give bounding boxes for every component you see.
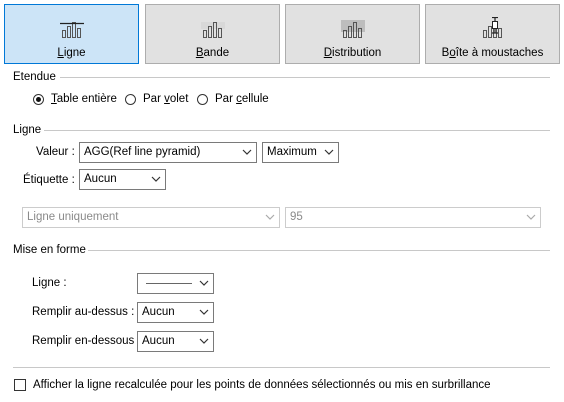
scope-radio-per-cell[interactable]	[197, 94, 208, 105]
scope-option-per-pane-label[interactable]: Par volet	[143, 93, 188, 105]
label-dropdown[interactable]: Aucun	[79, 169, 166, 190]
distribution-chart-icon	[340, 20, 365, 38]
band-chart-icon	[200, 22, 225, 38]
scope-section-title: Etendue	[13, 71, 56, 83]
chevron-down-icon	[242, 149, 252, 155]
fill-below-dropdown[interactable]: Aucun	[137, 331, 214, 352]
label-selected: Aucun	[84, 173, 117, 185]
fill-below-label: Remplir en-dessous :	[32, 335, 141, 347]
fill-above-label: Remplir au-dessus :	[32, 306, 135, 318]
tab-band-label: Bande	[195, 47, 230, 59]
chevron-down-icon	[265, 214, 275, 220]
chevron-down-icon	[151, 176, 161, 182]
tab-band[interactable]: Bande	[145, 4, 280, 64]
tab-box-plot[interactable]: Boîte à moustaches	[425, 4, 560, 64]
recalc-label[interactable]: Afficher la ligne recalculée pour les po…	[33, 379, 491, 391]
chevron-down-icon	[199, 280, 209, 286]
chevron-down-icon	[526, 214, 536, 220]
line-mode-dropdown[interactable]: Ligne uniquement	[22, 207, 280, 228]
percent-selected: 95	[290, 211, 303, 223]
line-section-title: Ligne	[13, 124, 42, 136]
scope-radio-per-pane[interactable]	[125, 94, 136, 105]
value-field-dropdown[interactable]: AGG(Ref line pyramid)	[79, 142, 257, 163]
percent-dropdown[interactable]: 95	[285, 207, 541, 228]
format-section-title: Mise en forme	[13, 244, 86, 256]
line-style-preview	[146, 283, 192, 284]
scope-divider	[60, 77, 550, 78]
line-style-label: Ligne :	[32, 277, 67, 289]
tab-distribution[interactable]: Distribution	[285, 4, 420, 64]
box-plot-icon	[482, 17, 502, 38]
chevron-down-icon	[199, 338, 209, 344]
line-style-dropdown[interactable]	[137, 273, 214, 294]
label-label: Étiquette :	[23, 174, 75, 186]
scope-option-entire-table-label[interactable]: Table entière	[51, 93, 117, 105]
line-mode-selected: Ligne uniquement	[27, 211, 119, 223]
recalc-checkbox[interactable]	[14, 379, 26, 391]
line-divider	[44, 130, 550, 131]
chevron-down-icon	[324, 149, 334, 155]
scope-radio-entire-table[interactable]	[33, 94, 44, 105]
tab-line-label: Ligne	[57, 47, 86, 59]
fill-above-selected: Aucun	[142, 306, 175, 318]
tab-box-plot-label: Boîte à moustaches	[441, 47, 544, 59]
scope-option-per-cell-label[interactable]: Par cellule	[215, 93, 269, 105]
bottom-divider	[13, 367, 550, 368]
value-field-selected: AGG(Ref line pyramid)	[84, 146, 201, 158]
fill-below-selected: Aucun	[142, 335, 175, 347]
aggregation-selected: Maximum	[267, 146, 317, 158]
line-chart-icon	[59, 22, 84, 38]
format-divider	[88, 250, 550, 251]
aggregation-dropdown[interactable]: Maximum	[262, 142, 339, 163]
fill-above-dropdown[interactable]: Aucun	[137, 302, 214, 323]
tab-distribution-label: Distribution	[323, 47, 382, 59]
tab-line[interactable]: Ligne	[4, 4, 139, 64]
value-label: Valeur :	[36, 146, 75, 158]
chevron-down-icon	[199, 309, 209, 315]
